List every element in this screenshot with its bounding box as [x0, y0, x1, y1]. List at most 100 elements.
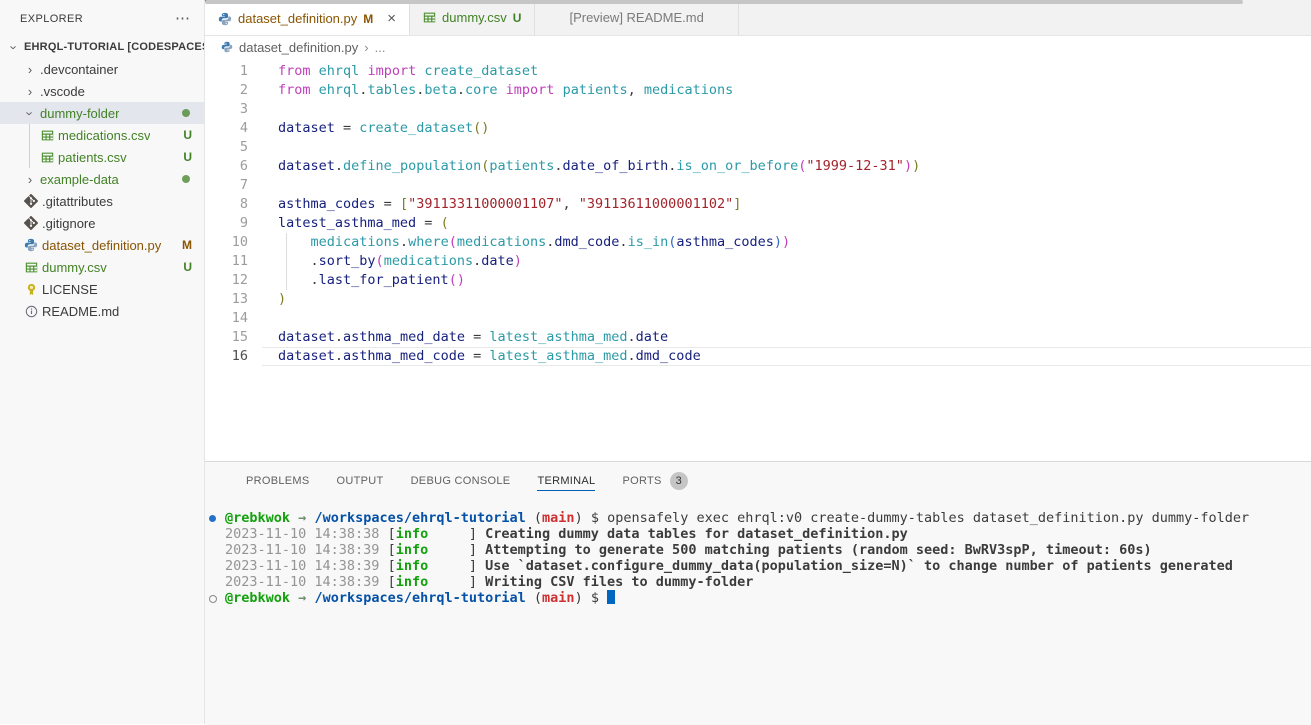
tabbar-scrollbar-thumb[interactable]	[205, 0, 1243, 4]
tab-git-badge: U	[513, 11, 522, 25]
code-line[interactable]	[262, 100, 1311, 119]
tree-item-ehrql-tutorial-codespaces[interactable]: ›EHRQL-TUTORIAL [CODESPACES:...	[0, 36, 204, 58]
panel-tab-ports[interactable]: PORTS3	[622, 468, 687, 493]
git-status-dot-icon	[182, 175, 190, 183]
code-line[interactable]: )	[262, 290, 1311, 309]
explorer-more-actions-icon[interactable]: ⋯	[175, 14, 190, 24]
code-line[interactable]: dataset.asthma_med_code = latest_asthma_…	[262, 347, 1311, 366]
command-decoration-hollow-icon[interactable]	[209, 595, 217, 603]
code-line[interactable]: dataset = create_dataset()	[262, 119, 1311, 138]
table-icon	[25, 261, 38, 274]
tab-preview-readme-md[interactable]: [Preview] README.md	[535, 0, 738, 35]
git-icon	[24, 194, 38, 208]
code-line[interactable]	[262, 176, 1311, 195]
chevron-right-icon[interactable]: ›	[22, 62, 38, 77]
info-icon	[25, 305, 38, 318]
panel-tab-output[interactable]: OUTPUT	[337, 471, 384, 490]
code-token: asthma_codes	[676, 234, 774, 250]
line-number: 5	[205, 138, 257, 157]
code-line[interactable]: dataset.asthma_med_date = latest_asthma_…	[262, 328, 1311, 347]
code-token: )	[514, 253, 522, 269]
terminal-token: 2023-11-10 14:38:39	[225, 558, 388, 574]
tree-item-devcontainer[interactable]: ›.devcontainer	[0, 58, 204, 80]
code-token	[278, 234, 311, 250]
terminal-cursor	[607, 590, 615, 604]
terminal-token: (	[526, 510, 542, 526]
code-token: import	[506, 82, 555, 98]
git-icon	[24, 216, 38, 230]
line-number: 10	[205, 233, 257, 252]
panel-tab-problems[interactable]: PROBLEMS	[246, 471, 310, 490]
code-token: ,	[563, 196, 579, 212]
tree-item-label: dummy.csv	[42, 260, 107, 275]
tree-item-example-data[interactable]: ›example-data	[0, 168, 204, 190]
code-token: =	[416, 215, 440, 231]
terminal-token: Writing CSV files to dummy-folder	[485, 574, 753, 590]
ports-count-badge: 3	[670, 472, 688, 490]
tree-item-medications-csv[interactable]: medications.csvU	[0, 124, 204, 146]
code-line[interactable]: latest_asthma_med = (	[262, 214, 1311, 233]
code-editor[interactable]: 12345678910111213141516 from ehrql impor…	[205, 58, 1311, 461]
code-token: dataset	[278, 329, 335, 345]
editor-tabbar: dataset_definition.pyM×dummy.csvU[Previe…	[205, 0, 1311, 36]
tree-item-dummy-folder[interactable]: ›dummy-folder	[0, 102, 204, 124]
code-token: latest_asthma_med	[489, 348, 627, 364]
tree-item-dummy-csv[interactable]: dummy.csvU	[0, 256, 204, 278]
code-line[interactable]: .sort_by(medications.date)	[262, 252, 1311, 271]
chevron-down-icon[interactable]: ›	[7, 39, 22, 55]
terminal[interactable]: @rebkwok → /workspaces/ehrql-tutorial (m…	[205, 499, 1311, 606]
panel-tab-label: DEBUG CONSOLE	[411, 475, 511, 487]
code-token: is_on_or_before	[676, 158, 798, 174]
tree-item-label: dataset_definition.py	[42, 238, 161, 253]
code-line[interactable]: asthma_codes = ["39113311000001107", "39…	[262, 195, 1311, 214]
breadcrumb-ellipsis[interactable]: ...	[375, 40, 386, 55]
code-line[interactable]: from ehrql.tables.beta.core import patie…	[262, 81, 1311, 100]
editor-gutter: 12345678910111213141516	[205, 62, 257, 366]
code-token: where	[408, 234, 449, 250]
code-token: )	[904, 158, 912, 174]
breadcrumb-file[interactable]: dataset_definition.py	[239, 40, 358, 55]
tab-dummy-csv[interactable]: dummy.csvU	[410, 0, 535, 35]
chevron-down-icon[interactable]: ›	[23, 105, 38, 121]
tree-item-label: dummy-folder	[40, 106, 119, 121]
tab-git-badge: M	[363, 12, 373, 26]
code-token: asthma_med_date	[343, 329, 465, 345]
sidebar-explorer: EXPLORER ⋯ ›EHRQL-TUTORIAL [CODESPACES:.…	[0, 0, 205, 724]
tree-item-readme-md[interactable]: README.md	[0, 300, 204, 322]
code-line[interactable]: .last_for_patient()	[262, 271, 1311, 290]
code-line[interactable]: from ehrql import create_dataset	[262, 62, 1311, 81]
tree-item-gitattributes[interactable]: .gitattributes	[0, 190, 204, 212]
terminal-line: @rebkwok → /workspaces/ehrql-tutorial (m…	[205, 510, 1311, 526]
terminal-token	[290, 590, 298, 606]
panel-tab-debug-console[interactable]: DEBUG CONSOLE	[411, 471, 511, 490]
line-number: 16	[205, 347, 257, 366]
code-token: ]	[733, 196, 741, 212]
close-icon[interactable]: ×	[387, 13, 396, 25]
code-line[interactable]	[262, 138, 1311, 157]
code-token: dmd_code	[554, 234, 619, 250]
breadcrumb-separator: ›	[364, 40, 368, 55]
code-token: "39113611000001102"	[579, 196, 733, 212]
code-token: .	[335, 158, 343, 174]
terminal-token: /workspaces/ehrql-tutorial	[314, 510, 525, 526]
terminal-line: 2023-11-10 14:38:39 [info ] Writing CSV …	[205, 574, 1311, 590]
tree-item-license[interactable]: LICENSE	[0, 278, 204, 300]
code-token: ()	[449, 272, 465, 288]
line-number: 1	[205, 62, 257, 81]
code-line[interactable]	[262, 309, 1311, 328]
chevron-right-icon[interactable]: ›	[22, 172, 38, 187]
tree-item-gitignore[interactable]: .gitignore	[0, 212, 204, 234]
code-token: define_population	[343, 158, 481, 174]
tree-item-label: README.md	[42, 304, 119, 319]
panel-tab-terminal[interactable]: TERMINAL	[537, 471, 595, 491]
tree-item-patients-csv[interactable]: patients.csvU	[0, 146, 204, 168]
chevron-right-icon[interactable]: ›	[22, 84, 38, 99]
terminal-token: main	[542, 510, 575, 526]
tree-item-vscode[interactable]: ›.vscode	[0, 80, 204, 102]
tab-dataset-definition-py[interactable]: dataset_definition.pyM×	[205, 0, 410, 35]
command-decoration-filled-icon[interactable]	[209, 515, 216, 522]
tree-item-dataset-definition-py[interactable]: dataset_definition.pyM	[0, 234, 204, 256]
code-line[interactable]: medications.where(medications.dmd_code.i…	[262, 233, 1311, 252]
license-icon	[25, 283, 38, 296]
code-line[interactable]: dataset.define_population(patients.date_…	[262, 157, 1311, 176]
